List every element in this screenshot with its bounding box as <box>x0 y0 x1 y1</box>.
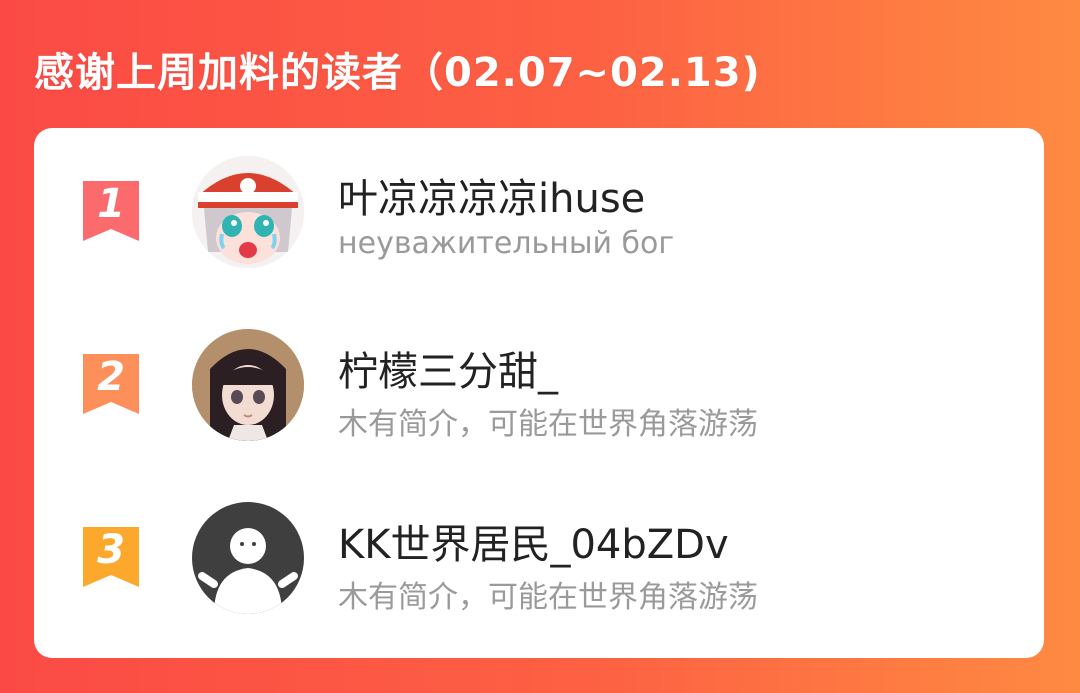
thanks-banner: 感谢上周加料的读者（02.07~02.13) 1 叶凉凉凉凉ihuse неув… <box>0 0 1080 693</box>
rank-badge: 3 <box>81 525 141 589</box>
reader-bio: 木有简介，可能在世界角落游荡 <box>338 580 758 615</box>
reader-row[interactable]: 1 叶凉凉凉凉ihuse неуважительный бог <box>34 138 1044 288</box>
default-user-avatar-icon <box>192 502 304 614</box>
reader-name[interactable]: KK世界居民_04bZDv <box>338 512 729 570</box>
rank-number: 1 <box>97 181 125 227</box>
rank-number: 2 <box>97 354 125 400</box>
reader-bio: 木有简介，可能在世界角落游荡 <box>338 407 758 442</box>
anime-crying-girl-avatar-icon <box>192 156 304 268</box>
reader-name[interactable]: 柠檬三分甜_ <box>338 339 558 397</box>
reader-bio: неуважительный бог <box>338 226 675 261</box>
avatar[interactable] <box>192 156 304 268</box>
reader-row[interactable]: 3 KK世界居民_04bZDv 木有简介，可能在世界角落游荡 <box>34 484 1044 634</box>
reader-name[interactable]: 叶凉凉凉凉ihuse <box>338 166 645 224</box>
rank-badge: 2 <box>81 352 141 416</box>
avatar[interactable] <box>192 502 304 614</box>
rank-number: 3 <box>97 527 125 573</box>
reader-row[interactable]: 2 柠檬三分甜_ 木有简介，可能在世界角落游荡 <box>34 311 1044 461</box>
anime-dark-hair-girl-avatar-icon <box>192 329 304 441</box>
rank-badge: 1 <box>81 179 141 243</box>
banner-title: 感谢上周加料的读者（02.07~02.13) <box>34 50 761 96</box>
reader-list-card: 1 叶凉凉凉凉ihuse неуважительный бог 2 柠檬三分甜_… <box>34 128 1044 658</box>
avatar[interactable] <box>192 329 304 441</box>
